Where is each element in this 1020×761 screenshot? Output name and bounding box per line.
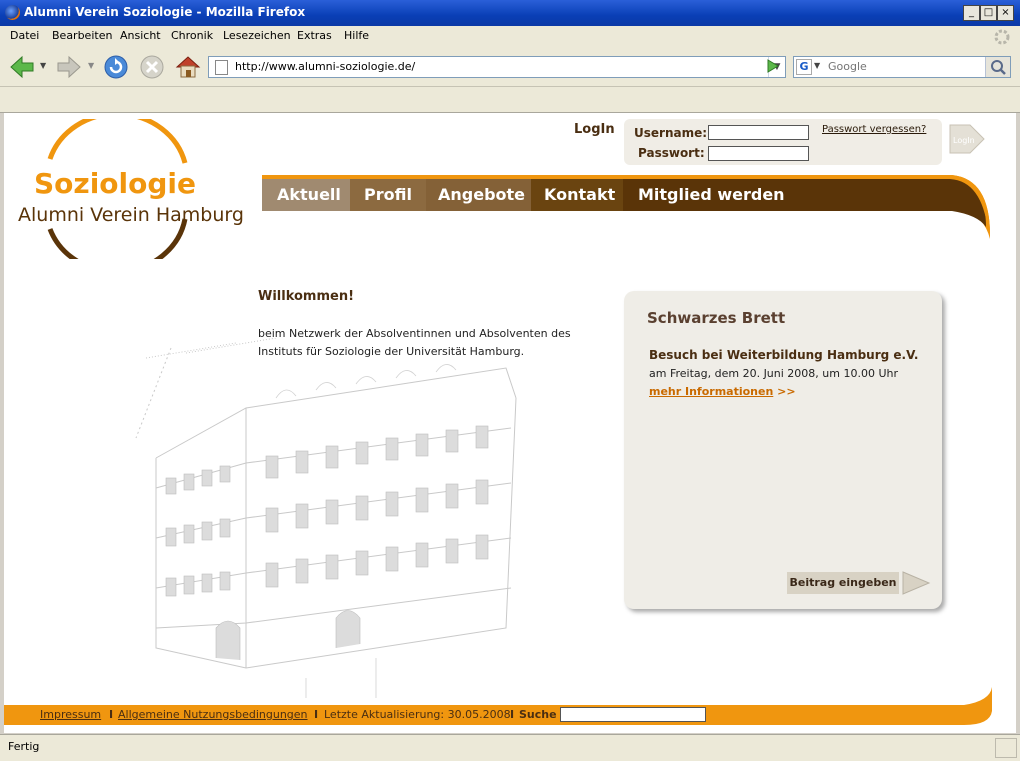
window-title: Alumni Verein Soziologie - Mozilla Firef…: [24, 5, 306, 19]
url-bar[interactable]: ▼: [208, 56, 786, 78]
menu-datei[interactable]: Datei: [10, 29, 39, 42]
window-titlebar: Alumni Verein Soziologie - Mozilla Firef…: [0, 0, 1020, 26]
home-icon[interactable]: [174, 53, 202, 81]
go-icon[interactable]: [762, 56, 782, 76]
more-info-link[interactable]: mehr Informationen >>: [649, 385, 796, 398]
status-bar: Fertig: [0, 734, 1020, 761]
impressum-link[interactable]: Impressum: [40, 708, 101, 721]
minimize-button[interactable]: _: [963, 5, 980, 21]
menu-bearbeiten[interactable]: Bearbeiten: [52, 29, 112, 42]
menu-extras[interactable]: Extras: [297, 29, 332, 42]
web-page: Soziologie Alumni Verein Hamburg LogIn U…: [4, 113, 1016, 733]
menu-chronik[interactable]: Chronik: [171, 29, 213, 42]
terms-link[interactable]: Allgemeine Nutzungsbedingungen: [118, 708, 308, 721]
menu-lesezeichen[interactable]: Lesezeichen: [223, 29, 291, 42]
navigation-toolbar: ▼ ▼ ▼ G ▼: [0, 48, 1020, 87]
login-panel: Username: Passwort: Passwort vergessen?: [624, 119, 942, 165]
reload-icon[interactable]: [102, 53, 130, 81]
username-label: Username:: [634, 126, 708, 140]
username-input[interactable]: [708, 125, 809, 140]
firefox-icon: [5, 5, 20, 20]
back-dropdown-icon[interactable]: ▼: [40, 61, 46, 70]
login-title: LogIn: [574, 122, 615, 137]
nav-mitglied-werden[interactable]: Mitglied werden: [638, 185, 785, 204]
footer-search-input[interactable]: [560, 707, 706, 722]
throbber-icon: [994, 29, 1010, 45]
news-item-title: Besuch bei Weiterbildung Hamburg e.V.: [649, 348, 919, 362]
url-input[interactable]: [233, 59, 737, 74]
forward-dropdown-icon[interactable]: ▼: [88, 61, 94, 70]
back-icon[interactable]: [8, 53, 36, 81]
site-logo[interactable]: Soziologie Alumni Verein Hamburg: [10, 119, 260, 259]
search-bar[interactable]: G ▼: [793, 56, 1011, 78]
last-updated: Letzte Aktualisierung: 30.05.2008: [324, 708, 511, 721]
login-button-label: LogIn: [953, 136, 975, 145]
password-input[interactable]: [708, 146, 809, 161]
forward-icon[interactable]: [55, 53, 83, 81]
status-text: Fertig: [8, 740, 40, 753]
bulletin-board: Schwarzes Brett Besuch bei Weiterbildung…: [624, 291, 942, 609]
footer-search-label: Suche: [519, 708, 557, 721]
institute-building-illustration: [135, 338, 517, 698]
menu-hilfe[interactable]: Hilfe: [344, 29, 369, 42]
menu-bar: Datei Bearbeiten Ansicht Chronik Lesezei…: [0, 26, 1020, 49]
engine-dropdown-icon[interactable]: ▼: [814, 61, 820, 70]
nav-kontakt[interactable]: Kontakt: [544, 185, 615, 204]
page-icon: [215, 60, 228, 75]
main-navigation-bar: [262, 175, 990, 239]
logo-text-soziologie: Soziologie: [34, 167, 196, 200]
footer-separator: I: [510, 708, 515, 721]
nav-aktuell[interactable]: Aktuell: [277, 185, 341, 204]
close-button[interactable]: ×: [997, 5, 1014, 21]
footer-separator: I: [314, 708, 319, 721]
bulletin-board-title: Schwarzes Brett: [647, 309, 786, 327]
login-button[interactable]: LogIn: [948, 123, 988, 159]
bookmarks-toolbar: [0, 87, 1020, 113]
footer-separator: I: [109, 708, 114, 721]
maximize-button[interactable]: □: [980, 5, 997, 21]
welcome-heading: Willkommen!: [258, 289, 355, 304]
resize-grip-icon[interactable]: [995, 738, 1017, 758]
menu-ansicht[interactable]: Ansicht: [120, 29, 161, 42]
nav-profil[interactable]: Profil: [364, 185, 412, 204]
forgot-password-link[interactable]: Passwort vergessen?: [822, 124, 926, 135]
welcome-text: beim Netzwerk der Absolventinnen und Abs…: [258, 327, 571, 358]
logo-text-verein: Alumni Verein Hamburg: [18, 204, 244, 226]
post-entry-button[interactable]: Beitrag eingeben: [787, 572, 899, 594]
nav-angebote[interactable]: Angebote: [438, 185, 525, 204]
search-icon[interactable]: [985, 57, 1010, 77]
stop-icon[interactable]: [138, 53, 166, 81]
search-input[interactable]: [826, 59, 980, 74]
post-entry-arrow-icon[interactable]: [901, 570, 931, 596]
news-item-date: am Freitag, dem 20. Juni 2008, um 10.00 …: [649, 367, 899, 380]
google-engine-icon[interactable]: G: [796, 59, 812, 75]
password-label: Passwort:: [638, 146, 705, 160]
